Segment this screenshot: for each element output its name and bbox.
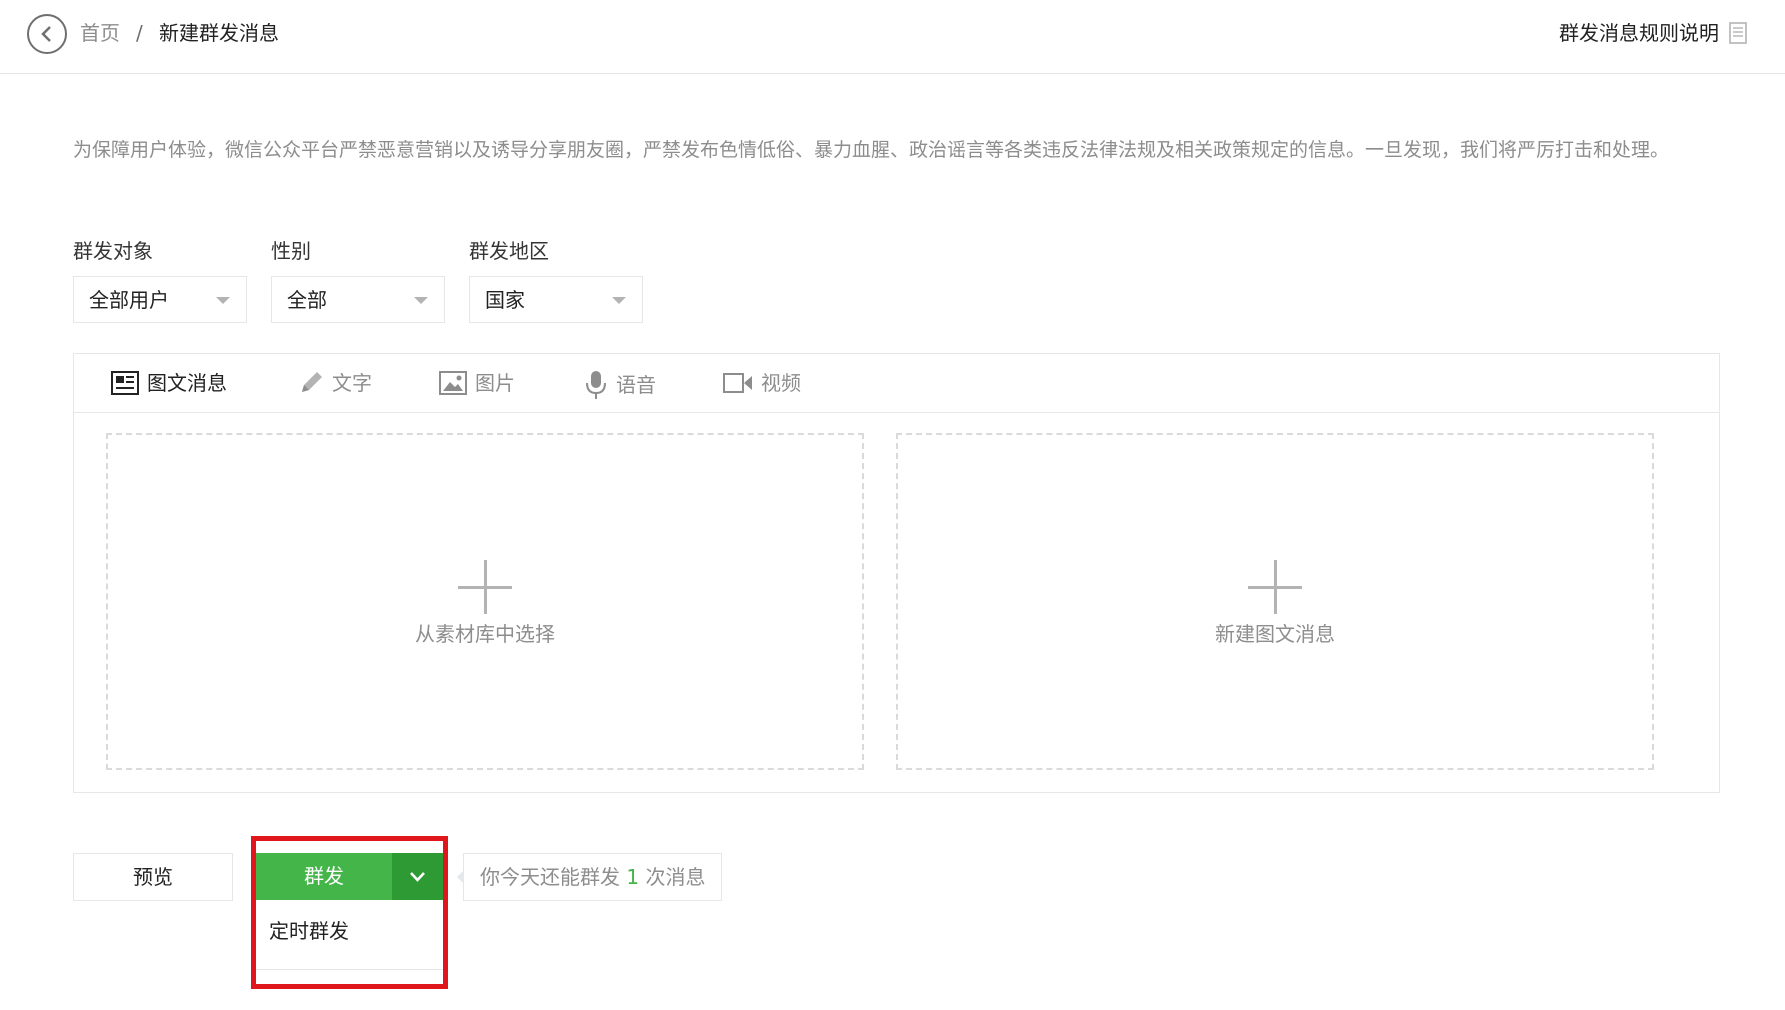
preview-button[interactable]: 预览: [73, 853, 233, 901]
tab-news[interactable]: 图文消息: [111, 370, 227, 396]
region-label: 群发地区: [469, 239, 549, 263]
tab-voice[interactable]: 语音: [584, 370, 656, 400]
tab-image[interactable]: 图片: [439, 370, 515, 396]
breadcrumb-separator: /: [136, 21, 143, 45]
region-filter: 群发地区 国家: [469, 238, 643, 323]
new-news-message-label: 新建图文消息: [1215, 622, 1335, 646]
microphone-icon: [584, 370, 608, 400]
region-select[interactable]: 国家: [469, 276, 643, 323]
region-select-value: 国家: [485, 288, 525, 312]
page-title: 新建群发消息: [159, 21, 279, 45]
new-news-message-card[interactable]: 新建图文消息: [896, 433, 1654, 770]
chevron-left-icon: [41, 26, 51, 42]
policy-notice: 为保障用户体验，微信公众平台严禁恶意营销以及诱导分享朋友圈，严禁发布色情低俗、暴…: [73, 139, 1670, 161]
plus-icon: [1248, 560, 1302, 614]
send-quota-info: 你今天还能群发 1 次消息: [463, 853, 723, 901]
quota-suffix: 次消息: [645, 865, 706, 889]
audience-select[interactable]: 全部用户: [73, 276, 247, 323]
tab-text[interactable]: 文字: [298, 370, 372, 396]
gender-select[interactable]: 全部: [271, 276, 445, 323]
tab-news-label: 图文消息: [147, 371, 227, 395]
tab-video-label: 视频: [761, 371, 801, 395]
tab-text-label: 文字: [332, 371, 372, 395]
back-button[interactable]: [27, 14, 67, 54]
tab-voice-label: 语音: [616, 373, 656, 397]
audience-filter: 群发对象 全部用户: [73, 238, 247, 323]
audience-select-value: 全部用户: [89, 288, 169, 312]
select-from-library-label: 从素材库中选择: [415, 622, 555, 646]
gender-select-value: 全部: [287, 288, 327, 312]
document-icon: [1729, 22, 1747, 44]
plus-icon: [458, 560, 512, 614]
message-type-tabs: 图文消息 文字 图片 语音 视频: [74, 354, 1719, 413]
rules-link[interactable]: 群发消息规则说明: [1559, 20, 1747, 46]
caret-down-icon: [216, 297, 230, 304]
breadcrumb-home-link[interactable]: 首页: [80, 20, 120, 46]
quota-count: 1: [626, 865, 640, 889]
message-editor: 图文消息 文字 图片 语音 视频 从素材库中选择 新建图文消息: [73, 353, 1720, 793]
highlight-annotation: [251, 836, 448, 989]
gender-label: 性别: [271, 239, 311, 263]
page-header: 首页 / 新建群发消息 群发消息规则说明: [0, 0, 1785, 74]
tab-image-label: 图片: [475, 371, 515, 395]
rules-link-label: 群发消息规则说明: [1559, 21, 1719, 45]
image-icon: [439, 371, 467, 395]
news-icon: [111, 371, 139, 395]
caret-down-icon: [414, 297, 428, 304]
tab-video[interactable]: 视频: [723, 370, 801, 396]
audience-label: 群发对象: [73, 239, 153, 263]
pencil-icon: [298, 370, 324, 396]
select-from-library-card[interactable]: 从素材库中选择: [106, 433, 864, 770]
gender-filter: 性别 全部: [271, 238, 445, 323]
quota-prefix: 你今天还能群发: [480, 865, 620, 889]
video-icon: [723, 372, 753, 394]
caret-down-icon: [612, 297, 626, 304]
